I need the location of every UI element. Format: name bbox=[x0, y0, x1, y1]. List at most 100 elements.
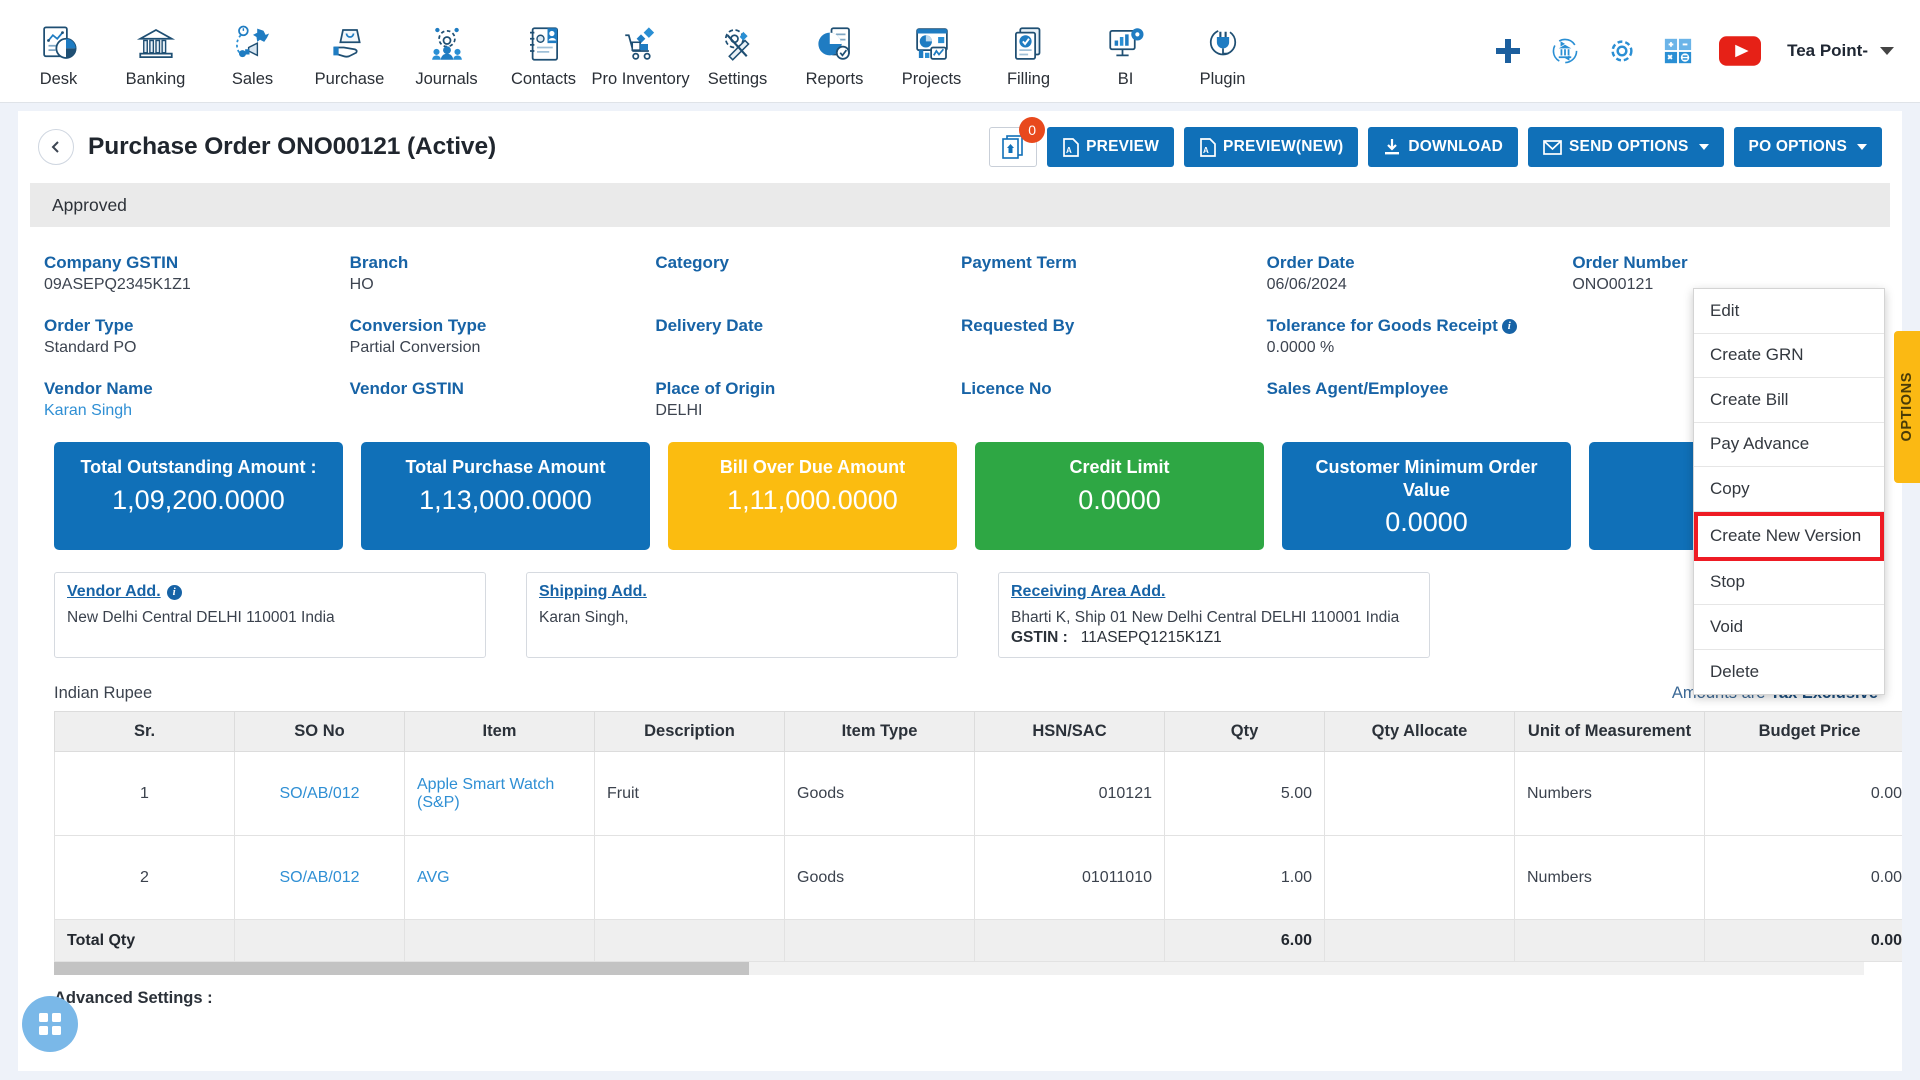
settings-gear-tools-icon bbox=[717, 21, 759, 67]
gear-icon[interactable] bbox=[1607, 36, 1637, 66]
bank-sync-icon[interactable] bbox=[1549, 35, 1581, 67]
vendor-name-link[interactable]: Karan Singh bbox=[44, 402, 340, 420]
kpi-value: 1,09,200.0000 bbox=[112, 485, 285, 516]
info-tooltip-icon[interactable]: i bbox=[1502, 319, 1517, 334]
col-description: Description bbox=[595, 712, 785, 752]
nav-item-plugin[interactable]: Plugin bbox=[1174, 13, 1271, 89]
info-field: Conversion Type Partial Conversion bbox=[350, 316, 656, 357]
info-tooltip-icon[interactable]: i bbox=[167, 585, 182, 600]
nav-label: Settings bbox=[708, 70, 768, 89]
menu-item-void[interactable]: Void bbox=[1694, 605, 1884, 650]
tenant-selector[interactable]: Tea Point- bbox=[1787, 41, 1894, 61]
menu-item-delete[interactable]: Delete bbox=[1694, 650, 1884, 695]
cell-so-no[interactable]: SO/AB/012 bbox=[235, 752, 405, 836]
menu-item-create-grn[interactable]: Create GRN bbox=[1694, 334, 1884, 379]
currency-label: Indian Rupee bbox=[54, 684, 152, 703]
vendor-address-text: New Delhi Central DELHI 110001 India bbox=[67, 606, 473, 629]
kpi-value: 1,13,000.0000 bbox=[419, 485, 592, 516]
total-blank bbox=[595, 920, 785, 962]
menu-item-create-bill[interactable]: Create Bill bbox=[1694, 378, 1884, 423]
info-field: Order Type Standard PO bbox=[44, 316, 350, 357]
download-button[interactable]: DOWNLOAD bbox=[1368, 127, 1518, 167]
nav-item-filling[interactable]: Filling bbox=[980, 13, 1077, 89]
cell-hsn: 01011010 bbox=[975, 836, 1165, 920]
desk-chart-icon bbox=[38, 21, 80, 67]
nav-item-journals[interactable]: Journals bbox=[398, 13, 495, 89]
nav-label: Reports bbox=[806, 70, 864, 89]
vendor-address-link[interactable]: Vendor Add. i bbox=[67, 583, 473, 601]
nav-item-purchase[interactable]: Purchase bbox=[301, 13, 398, 89]
total-blank bbox=[235, 920, 405, 962]
info-label: Sales Agent/Employee bbox=[1267, 379, 1563, 399]
preview-button[interactable]: A PREVIEW bbox=[1047, 127, 1174, 167]
table-total-row: Total Qty 6.00 0.00 bbox=[55, 920, 1903, 962]
menu-item-stop[interactable]: Stop bbox=[1694, 561, 1884, 606]
info-field: Requested By bbox=[961, 316, 1267, 357]
options-side-tab[interactable]: OPTIONS bbox=[1894, 331, 1920, 483]
table-horizontal-scrollbar[interactable] bbox=[54, 962, 1864, 975]
info-label: Payment Term bbox=[961, 253, 1257, 273]
youtube-icon[interactable] bbox=[1719, 36, 1761, 66]
info-label: Category bbox=[655, 253, 951, 273]
preview-label: PREVIEW bbox=[1086, 138, 1159, 156]
cell-item[interactable]: Apple Smart Watch (S&P) bbox=[405, 752, 595, 836]
nav-item-contacts[interactable]: Contacts bbox=[495, 13, 592, 89]
nav-item-desk[interactable]: Desk bbox=[10, 13, 107, 89]
receiving-address-box: Receiving Area Add. Bharti K, Ship 01 Ne… bbox=[998, 572, 1430, 658]
cell-so-no[interactable]: SO/AB/012 bbox=[235, 836, 405, 920]
total-blank bbox=[1515, 920, 1705, 962]
table-row: 1 SO/AB/012 Apple Smart Watch (S&P) Frui… bbox=[55, 752, 1903, 836]
info-label: Delivery Date bbox=[655, 316, 951, 336]
nav-item-bi[interactable]: BI bbox=[1077, 13, 1174, 89]
kpi-title: Credit Limit bbox=[1061, 456, 1177, 479]
cell-qty-allocate bbox=[1325, 752, 1515, 836]
order-info-grid: Company GSTIN 09ASEPQ2345K1Z1 Branch HO … bbox=[18, 227, 1902, 426]
nav-item-settings[interactable]: Settings bbox=[689, 13, 786, 89]
cell-qty: 1.00 bbox=[1165, 836, 1325, 920]
nav-label: BI bbox=[1118, 70, 1134, 89]
col-qty: Qty bbox=[1165, 712, 1325, 752]
nav-item-projects[interactable]: Projects bbox=[883, 13, 980, 89]
cell-item[interactable]: AVG bbox=[405, 836, 595, 920]
col-item: Item bbox=[405, 712, 595, 752]
cell-uom: Numbers bbox=[1515, 836, 1705, 920]
nav-label: Projects bbox=[902, 70, 962, 89]
menu-item-copy[interactable]: Copy bbox=[1694, 467, 1884, 512]
tenant-label: Tea Point- bbox=[1787, 41, 1868, 61]
apps-grid-icon bbox=[35, 1009, 65, 1039]
send-options-button[interactable]: SEND OPTIONS bbox=[1528, 127, 1724, 167]
menu-item-edit[interactable]: Edit bbox=[1694, 289, 1884, 334]
nav-item-reports[interactable]: Reports bbox=[786, 13, 883, 89]
info-value: HO bbox=[350, 276, 646, 294]
plus-icon[interactable] bbox=[1493, 36, 1523, 66]
gstin-value: 11ASEPQ1215K1Z1 bbox=[1081, 629, 1222, 646]
shipping-address-link[interactable]: Shipping Add. bbox=[539, 583, 945, 601]
menu-item-pay-advance[interactable]: Pay Advance bbox=[1694, 423, 1884, 468]
nav-label: Purchase bbox=[315, 70, 385, 89]
table-row: 2 SO/AB/012 AVG Goods 01011010 1.00 Numb… bbox=[55, 836, 1903, 920]
chevron-left-icon bbox=[49, 139, 63, 155]
nav-item-pro-inventory[interactable]: Pro Inventory bbox=[592, 13, 689, 89]
menu-item-create-new-version[interactable]: Create New Version bbox=[1694, 512, 1884, 561]
attachments-button[interactable]: 0 bbox=[989, 127, 1037, 167]
scrollbar-thumb[interactable] bbox=[54, 962, 749, 975]
total-blank bbox=[975, 920, 1165, 962]
calculator-icon[interactable] bbox=[1663, 36, 1693, 66]
info-field: Order Date 06/06/2024 bbox=[1267, 253, 1573, 294]
nav-item-sales[interactable]: Sales bbox=[204, 13, 301, 89]
apps-fab-button[interactable] bbox=[22, 996, 78, 1052]
preview-new-button[interactable]: A PREVIEW(NEW) bbox=[1184, 127, 1358, 167]
nav-item-banking[interactable]: Banking bbox=[107, 13, 204, 89]
info-label: Branch bbox=[350, 253, 646, 273]
kpi-card-credit-limit: Credit Limit 0.0000 bbox=[975, 442, 1264, 550]
po-options-button[interactable]: PO OPTIONS bbox=[1734, 127, 1882, 167]
info-label: Conversion Type bbox=[350, 316, 646, 336]
items-table: Sr. SO No Item Description Item Type HSN… bbox=[54, 711, 1902, 962]
shipping-address-text: Karan Singh, bbox=[539, 606, 945, 629]
info-label: Requested By bbox=[961, 316, 1257, 336]
back-button[interactable] bbox=[38, 129, 74, 165]
receiving-address-link[interactable]: Receiving Area Add. bbox=[1011, 583, 1417, 601]
address-boxes: Vendor Add. i New Delhi Central DELHI 11… bbox=[18, 550, 1902, 658]
cell-description bbox=[595, 836, 785, 920]
reports-pie-doc-icon bbox=[814, 21, 856, 67]
